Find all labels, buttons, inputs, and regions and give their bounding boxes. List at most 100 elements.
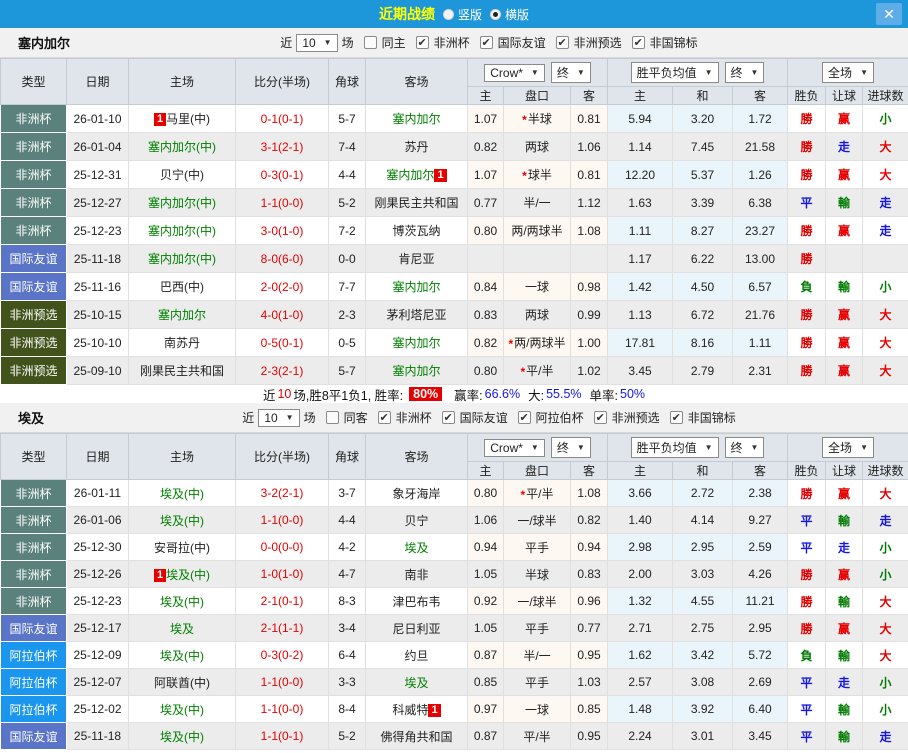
match-date: 25-12-23: [66, 216, 129, 245]
away-odds: 0.98: [570, 272, 608, 301]
team-label: 安哥拉(中): [154, 540, 210, 555]
col-avg-home: 主: [607, 461, 673, 480]
cup-checkbox-checked-icon[interactable]: ✔: [517, 411, 531, 424]
fulltime-select[interactable]: 全场 ▼: [822, 437, 874, 458]
goals-result-flag: 大: [862, 479, 908, 507]
col-type: 类型: [0, 433, 67, 480]
layout-radio-vertical[interactable]: 竖版: [442, 6, 482, 23]
recent-count-value: 10: [302, 35, 316, 50]
away-team: 苏丹: [365, 132, 468, 161]
same-away-checkbox[interactable]: [325, 411, 339, 424]
avg-draw: 8.16: [672, 328, 733, 357]
match-date: 25-10-10: [66, 328, 129, 357]
away-odds: 0.99: [570, 300, 608, 329]
match-score: 1-1(0-0): [235, 668, 329, 696]
layout-radio-horizontal[interactable]: 横版: [490, 6, 529, 23]
cup-checkbox-checked-icon[interactable]: ✔: [593, 411, 607, 424]
match-row: 非洲杯 25-12-30 安哥拉(中) 0-0(0-0) 4-2 埃及 0.94 平手 0.94…: [0, 533, 908, 561]
odds-stage-select[interactable]: 终 ▼: [550, 62, 591, 83]
team-name: 塞内加尔: [18, 36, 71, 51]
match-score: 2-3(2-1): [235, 356, 329, 385]
corner-score: 0-5: [328, 328, 366, 357]
odds-stage-select[interactable]: 终 ▼: [550, 437, 591, 458]
goals-result-flag: 小: [862, 272, 908, 301]
red-card-badge: 1: [153, 113, 167, 126]
match-row: 阿拉伯杯 25-12-02 埃及(中) 1-1(0-0) 8-4 科威特 1 0.97 一球 0.…: [0, 695, 908, 723]
col-odds-away: 客: [570, 461, 608, 480]
handicap-result-flag: 輸: [825, 641, 864, 669]
recent-count-select[interactable]: 10 ▼: [296, 33, 338, 52]
handicap-result-flag: 輸: [825, 272, 864, 301]
recent-count-select[interactable]: 10 ▼: [258, 408, 300, 427]
team-label: 津巴布韦: [392, 594, 441, 609]
away-team: 科威特 1: [365, 695, 468, 723]
avg-away: 6.40: [731, 695, 789, 723]
bookmaker-select[interactable]: Crow* ▼: [484, 63, 545, 82]
avg-dropdown-group: 胜平负均值 ▼ 终 ▼: [606, 58, 789, 87]
home-team: 埃及(中): [128, 506, 236, 534]
match-date: 25-12-07: [66, 668, 129, 696]
away-odds: 1.08: [570, 479, 608, 507]
fulltime-select[interactable]: 全场 ▼: [822, 62, 874, 83]
close-icon[interactable]: ✕: [876, 3, 902, 25]
star-icon: *: [520, 365, 526, 379]
away-odds: 0.77: [570, 614, 608, 642]
result-flag: 平: [787, 506, 827, 534]
cup-checkbox-checked-icon[interactable]: ✔: [415, 36, 429, 49]
team-header-egypt: 埃及 近 10 ▼ 场 同客 ✔ 非洲杯 ✔ 国际友谊 ✔ 阿拉伯杯 ✔ 非洲预…: [0, 403, 908, 433]
team-label: 埃及(中): [166, 567, 211, 582]
handicap-line: 一/球半: [503, 506, 571, 534]
cup-checkbox-checked-icon[interactable]: ✔: [479, 36, 493, 49]
goals-result-flag: 大: [862, 300, 908, 329]
same-home-checkbox[interactable]: [363, 36, 377, 49]
team-label: 埃及(中): [160, 513, 204, 528]
col-odds-home: 主: [467, 86, 504, 105]
result-flag: 勝: [787, 104, 827, 133]
radio-selected-icon[interactable]: [490, 8, 501, 20]
match-row: 非洲杯 26-01-11 埃及(中) 3-2(2-1) 3-7 象牙海岸 0.80 *平/半 1…: [0, 479, 908, 507]
match-score: 1-1(0-1): [235, 722, 329, 750]
avg-draw: 5.37: [672, 160, 733, 189]
cup-checkbox-checked-icon[interactable]: ✔: [441, 411, 455, 424]
bookmaker-select[interactable]: Crow* ▼: [484, 438, 545, 457]
away-team: 尼日利亚: [365, 614, 468, 642]
avg-away: 1.26: [731, 160, 789, 189]
avg-away: 2.31: [731, 356, 789, 385]
cup-checkbox-checked-icon[interactable]: ✔: [631, 36, 645, 49]
radio-unselected-icon[interactable]: [442, 8, 454, 20]
avg-stage-select[interactable]: 终 ▼: [724, 62, 765, 83]
match-row: 阿拉伯杯 25-12-07 阿联酋(中) 1-1(0-0) 3-3 埃及 0.85 平手 1.0…: [0, 668, 908, 696]
avg-stage-select[interactable]: 终 ▼: [724, 437, 765, 458]
avg-draw: 3.39: [672, 188, 733, 217]
col-away: 客场: [365, 58, 468, 105]
away-team: 塞内加尔: [365, 356, 468, 385]
team-label: 贝宁: [404, 513, 429, 528]
result-flag: 勝: [787, 479, 827, 507]
cup-checkbox-checked-icon[interactable]: ✔: [669, 411, 683, 424]
handicap-line: *球半: [503, 160, 571, 189]
match-score: 3-1(2-1): [235, 132, 329, 161]
match-row: 非洲杯 25-12-27 塞内加尔(中) 1-1(0-0) 5-2 刚果民主共和国 0.77…: [0, 188, 908, 217]
avg-away: 9.27: [731, 506, 789, 534]
summary-label: 大:: [528, 388, 545, 403]
match-score: 1-1(0-0): [235, 188, 329, 217]
dropdown-arrow-icon: ▼: [750, 68, 759, 77]
dropdown-arrow-icon: ▼: [750, 443, 759, 452]
avg-home: 1.63: [607, 188, 673, 217]
match-score: 1-0(1-0): [235, 560, 329, 588]
home-team: 埃及(中): [128, 722, 236, 750]
avg-select[interactable]: 胜平负均值 ▼: [630, 62, 719, 83]
handicap-result-flag: 走: [825, 533, 864, 561]
cup-filter-label: 非洲杯: [395, 411, 432, 425]
match-type-badge: 非洲杯: [0, 587, 67, 615]
result-flag: 勝: [787, 132, 827, 161]
match-row: 国际友谊 25-11-18 塞内加尔(中) 8-0(6-0) 0-0 肯尼亚 1.17 6.2…: [0, 244, 908, 273]
match-type-badge: 阿拉伯杯: [0, 641, 67, 669]
team-label: 埃及(中): [160, 648, 204, 663]
summary-label: 单率:: [589, 388, 619, 403]
cup-checkbox-checked-icon[interactable]: ✔: [377, 411, 391, 424]
avg-select[interactable]: 胜平负均值 ▼: [630, 437, 719, 458]
handicap-line: 平手: [503, 533, 571, 561]
col-odds-away: 客: [570, 86, 608, 105]
cup-checkbox-checked-icon[interactable]: ✔: [555, 36, 569, 49]
